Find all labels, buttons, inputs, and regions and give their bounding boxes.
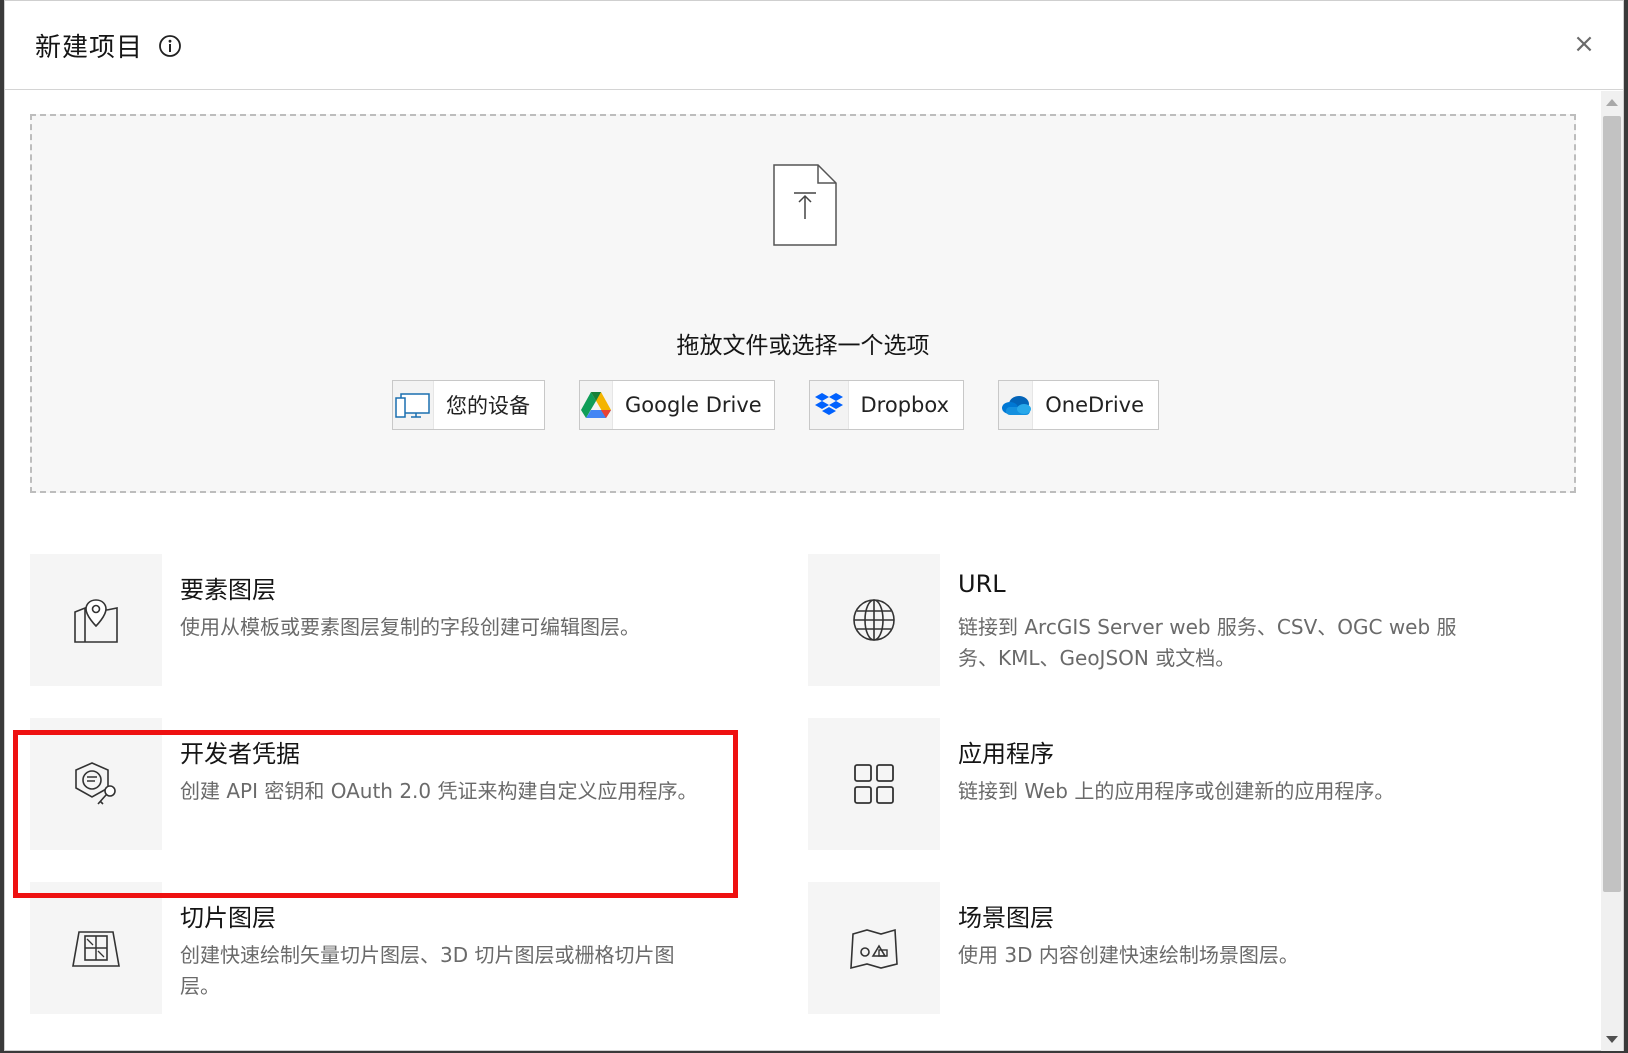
card-scene-layer[interactable]: 场景图层 使用 3D 内容创建快速绘制场景图层。 — [808, 882, 1548, 1014]
globe-icon — [853, 599, 895, 641]
onedrive-button[interactable]: OneDrive — [998, 380, 1159, 430]
card-feature-layer[interactable]: 要素图层 使用从模板或要素图层复制的字段创建可编辑图层。 — [30, 554, 770, 686]
source-buttons: 您的设备 Google Drive Dropbox OneDrive — [32, 380, 1574, 430]
onedrive-icon — [1001, 396, 1031, 415]
card-apps-desc: 链接到 Web 上的应用程序或创建新的应用程序。 — [958, 779, 1395, 803]
credentials-icon — [75, 762, 116, 805]
dropbox-icon — [814, 393, 843, 415]
upload-file-icon — [773, 164, 837, 246]
scene-layer-icon — [850, 928, 898, 970]
tile-layer-icon — [72, 931, 120, 967]
card-url[interactable]: URL 链接到 ArcGIS Server web 服务、CSV、OGC web… — [808, 554, 1548, 686]
dialog-header: 新建项目 × — [5, 1, 1623, 90]
dialog-title: 新建项目 — [35, 33, 144, 63]
card-feature-layer-title: 要素图层 — [180, 576, 276, 604]
card-developer-credentials-desc: 创建 API 密钥和 OAuth 2.0 凭证来构建自定义应用程序。 — [180, 779, 698, 803]
apps-grid-icon — [854, 764, 894, 804]
map-pin-icon — [74, 599, 118, 643]
card-tile-layer[interactable]: 切片图层 创建快速绘制矢量切片图层、3D 切片图层或栅格切片图层。 — [30, 882, 770, 1014]
scroll-up-arrow-icon[interactable] — [1606, 99, 1618, 106]
card-apps-title: 应用程序 — [958, 740, 1054, 768]
file-dropzone[interactable]: 拖放文件或选择一个选项 您的设备 Google Drive Dropbox On… — [30, 114, 1576, 493]
dropbox-button[interactable]: Dropbox — [809, 380, 964, 430]
card-developer-credentials-title: 开发者凭据 — [180, 740, 300, 768]
close-button[interactable]: × — [1569, 29, 1599, 59]
scroll-down-arrow-icon[interactable] — [1606, 1036, 1618, 1043]
scroll-thumb[interactable] — [1603, 116, 1621, 892]
dropbox-label: Dropbox — [860, 393, 949, 417]
card-scene-layer-title: 场景图层 — [958, 904, 1054, 932]
card-apps[interactable]: 应用程序 链接到 Web 上的应用程序或创建新的应用程序。 — [808, 718, 1548, 850]
card-tile-layer-desc: 创建快速绘制矢量切片图层、3D 切片图层或栅格切片图层。 — [180, 943, 675, 998]
device-icon — [395, 393, 430, 418]
dialog-body: 拖放文件或选择一个选项 您的设备 Google Drive Dropbox On… — [5, 91, 1603, 1051]
google-drive-button[interactable]: Google Drive — [579, 380, 775, 430]
your-device-button[interactable]: 您的设备 — [392, 380, 545, 430]
card-feature-layer-desc: 使用从模板或要素图层复制的字段创建可编辑图层。 — [180, 615, 640, 639]
card-url-title: URL — [958, 570, 1006, 598]
card-developer-credentials[interactable]: 开发者凭据 创建 API 密钥和 OAuth 2.0 凭证来构建自定义应用程序。 — [30, 718, 770, 850]
vertical-scrollbar[interactable] — [1601, 91, 1623, 1051]
google-drive-label: Google Drive — [625, 393, 762, 417]
new-item-dialog: 新建项目 × 拖放文件或选择一个选项 您的设备 Google Drive Dro… — [4, 0, 1624, 1051]
dropzone-text: 拖放文件或选择一个选项 — [676, 333, 930, 359]
onedrive-label: OneDrive — [1045, 393, 1144, 417]
info-icon[interactable] — [158, 34, 182, 58]
your-device-label: 您的设备 — [446, 394, 530, 418]
card-tile-layer-title: 切片图层 — [180, 904, 276, 932]
card-scene-layer-desc: 使用 3D 内容创建快速绘制场景图层。 — [958, 943, 1299, 967]
google-drive-icon — [581, 392, 611, 418]
card-url-desc: 链接到 ArcGIS Server web 服务、CSV、OGC web 服务、… — [958, 615, 1457, 670]
